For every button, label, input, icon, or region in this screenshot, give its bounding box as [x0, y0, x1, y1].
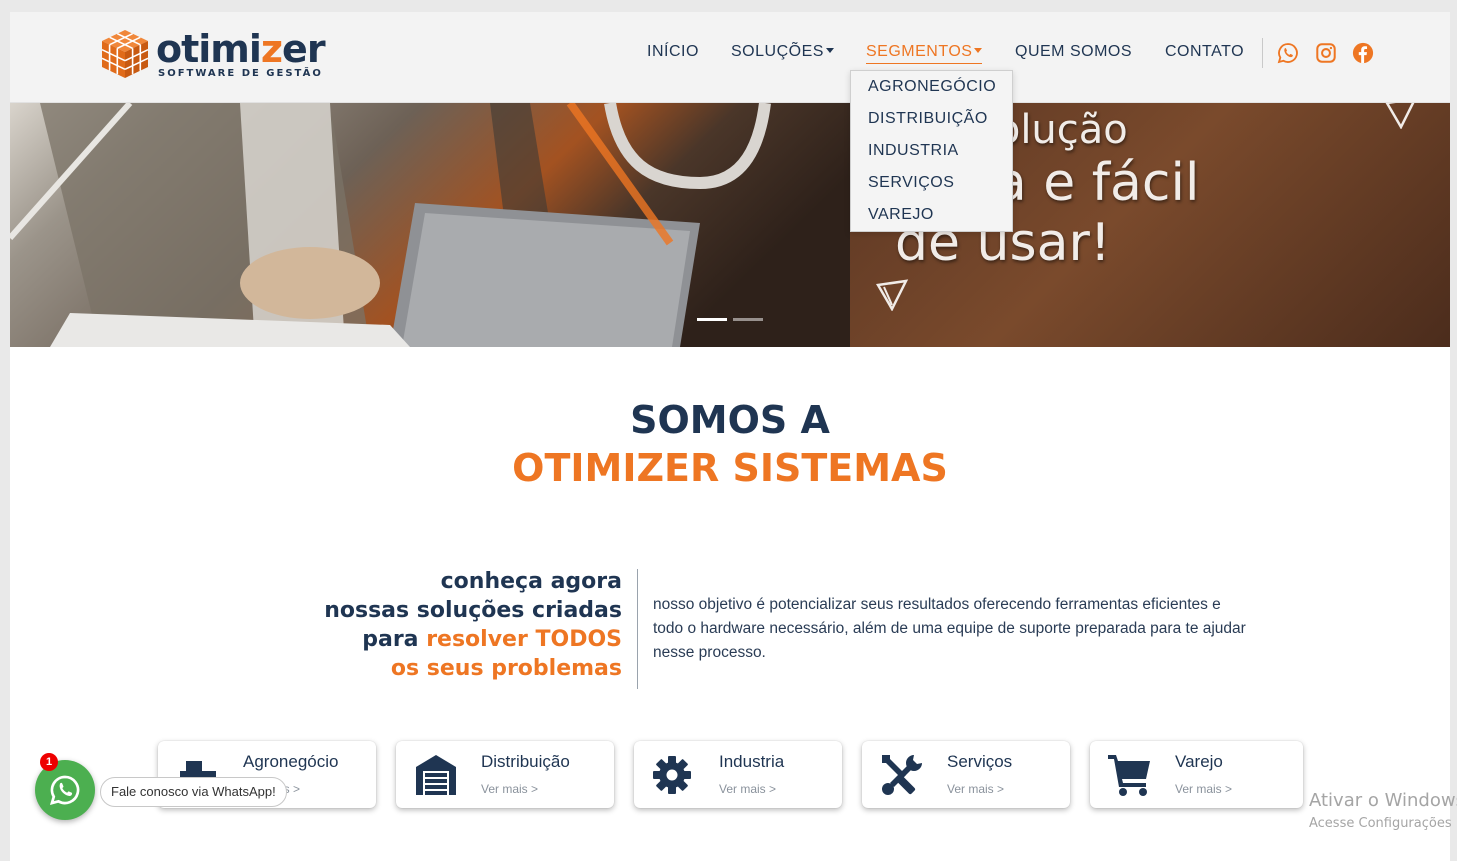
hero-carousel[interactable]: solução pleta e fácil de usar! [10, 103, 1450, 347]
instagram-icon[interactable] [1315, 42, 1337, 64]
watermark-line-1: Ativar o Windows [1309, 790, 1457, 811]
nav-solucoes[interactable]: SOLUÇÕES [731, 43, 834, 61]
main-nav: INÍCIO SOLUÇÕES SEGMENTOS QUEM SOMOS CON… [10, 43, 1450, 69]
intro-line-4: os seus problemas [390, 656, 622, 681]
paper-plane-icon [1385, 103, 1415, 129]
about-title-line-2: OTIMIZER SISTEMAS [512, 446, 948, 490]
site-header: otimizer SOFTWARE DE GESTÃO INÍCIO SOLUÇ… [10, 12, 1450, 103]
chevron-down-icon [974, 47, 983, 53]
tools-icon [882, 755, 922, 795]
intro-headline: conheça agora nossas soluções criadas pa… [260, 567, 622, 683]
segment-card-servicos[interactable]: Serviços Ver mais > [862, 741, 1070, 808]
warehouse-icon [416, 755, 456, 795]
cart-icon [1108, 755, 1150, 796]
windows-activation-watermark: Ativar o Windows Acesse Configurações [1309, 790, 1457, 836]
about-title: SOMOS A OTIMIZER SISTEMAS [10, 397, 1450, 491]
intro-line-3: para resolver TODOS [362, 627, 622, 652]
hero-photo [10, 103, 850, 347]
whatsapp-icon [49, 775, 80, 805]
dropdown-item-industria[interactable]: INDUSTRIA [851, 140, 1012, 172]
dropdown-item-servicos[interactable]: SERVIÇOS [851, 172, 1012, 204]
whatsapp-chat-bubble[interactable]: Fale conosco via WhatsApp! [100, 777, 287, 807]
segment-card-more-link[interactable]: Ver mais > [719, 782, 776, 796]
segment-card-title: Varejo [1175, 752, 1223, 771]
intro-description: nosso objetivo é potencializar seus resu… [653, 596, 1246, 661]
chevron-down-icon [825, 47, 834, 53]
facebook-icon[interactable] [1352, 42, 1374, 64]
carousel-dot-1[interactable] [697, 318, 727, 321]
paper-plane-icon [876, 279, 909, 311]
nav-contato[interactable]: CONTATO [1165, 43, 1244, 61]
whatsapp-icon[interactable] [1277, 42, 1299, 64]
watermark-line-2: Acesse Configurações [1309, 816, 1452, 831]
page: otimizer SOFTWARE DE GESTÃO INÍCIO SOLUÇ… [10, 12, 1450, 861]
logo-tagline: SOFTWARE DE GESTÃO [158, 67, 323, 79]
segment-card-more-link[interactable]: Ver mais > [947, 782, 1004, 796]
intro-line-1: conheça agora [440, 569, 622, 594]
segment-card-title: Serviços [947, 752, 1013, 771]
segment-card-more-link[interactable]: Ver mais > [1175, 782, 1232, 796]
whatsapp-notification-badge: 1 [40, 753, 58, 771]
gear-icon [653, 756, 691, 794]
segment-card-more-link[interactable]: Ver mais > [481, 782, 538, 796]
intro-line-2: nossas soluções criadas [324, 598, 622, 623]
segment-card-industria[interactable]: Industria Ver mais > [634, 741, 842, 808]
nav-divider [1262, 38, 1263, 68]
intro-divider [637, 569, 638, 689]
dropdown-item-varejo[interactable]: VAREJO [851, 204, 1012, 236]
nav-inicio[interactable]: INÍCIO [647, 43, 699, 61]
nav-quem-somos[interactable]: QUEM SOMOS [1015, 43, 1132, 61]
segment-card-varejo[interactable]: Varejo Ver mais > [1090, 741, 1303, 808]
dropdown-item-agronegocio[interactable]: AGRONEGÓCIO [851, 76, 1012, 108]
hero-photo-illustration [10, 103, 850, 347]
about-title-line-1: SOMOS A [630, 398, 830, 442]
nav-segmentos[interactable]: SEGMENTOS [866, 43, 983, 64]
segment-card-title: Agronegócio [243, 752, 339, 771]
dropdown-item-distribuicao[interactable]: DISTRIBUIÇÃO [851, 108, 1012, 140]
segment-card-title: Distribuição [481, 752, 570, 771]
carousel-indicators [697, 318, 763, 321]
segment-card-title: Industria [719, 752, 785, 771]
carousel-dot-2[interactable] [733, 318, 763, 321]
segmentos-dropdown-menu: AGRONEGÓCIO DISTRIBUIÇÃO INDUSTRIA SERVI… [850, 70, 1013, 232]
segment-card-distribuicao[interactable]: Distribuição Ver mais > [396, 741, 614, 808]
